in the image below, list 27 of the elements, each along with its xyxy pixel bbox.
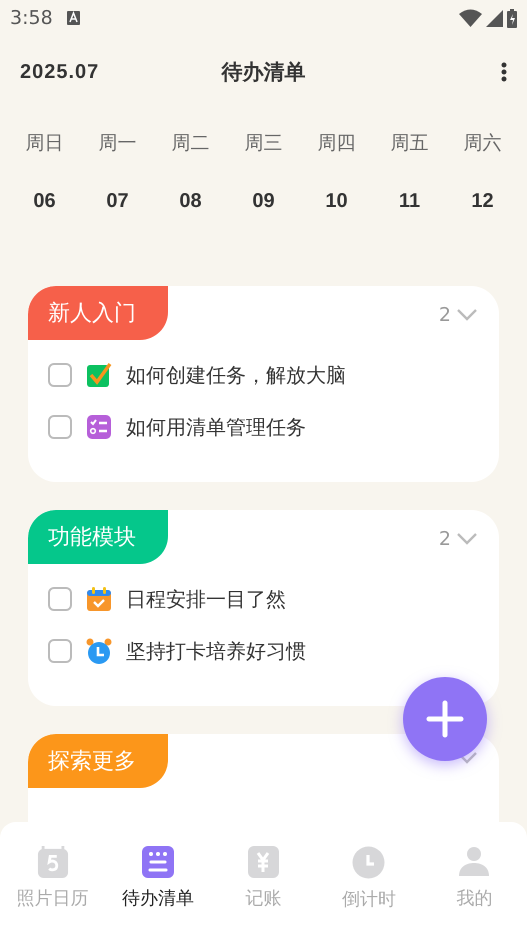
weekday-label: 周一	[98, 131, 136, 156]
weekday-label: 周四	[318, 131, 356, 156]
nav-tab[interactable]: 待办清单	[118, 844, 198, 920]
group-tag: 新人入门	[28, 286, 168, 340]
task-text[interactable]: 日程安排一目了然	[126, 586, 286, 612]
weekday-label: 周五	[390, 131, 428, 156]
task-count: 2	[438, 528, 451, 550]
task-text[interactable]: 如何用清单管理任务	[126, 414, 306, 440]
weekday-label: 周三	[244, 131, 282, 156]
date-label[interactable]: 12	[471, 190, 494, 213]
date-label[interactable]: 06	[33, 190, 56, 213]
task-text[interactable]: 坚持打卡培养好习惯	[126, 638, 306, 664]
month-label[interactable]: 2025.07	[20, 60, 100, 84]
weekday-label: 周日	[26, 131, 64, 156]
group-tag: 探索更多	[28, 734, 168, 788]
weekday-label: 周六	[464, 131, 502, 156]
page-title: 待办清单	[222, 60, 306, 84]
status-time: 3:58	[10, 7, 53, 29]
task-count: 2	[438, 304, 451, 326]
weekday-label: 周二	[172, 131, 210, 156]
date-label[interactable]: 08	[179, 190, 202, 213]
group-tag: 功能模块	[28, 510, 168, 564]
date-label[interactable]: 09	[252, 190, 275, 213]
task-text[interactable]: 如何创建任务，解放大脑	[126, 362, 346, 388]
date-label[interactable]: 07	[106, 190, 129, 213]
date-label[interactable]: 11	[398, 190, 420, 213]
date-label[interactable]: 10	[325, 190, 348, 213]
